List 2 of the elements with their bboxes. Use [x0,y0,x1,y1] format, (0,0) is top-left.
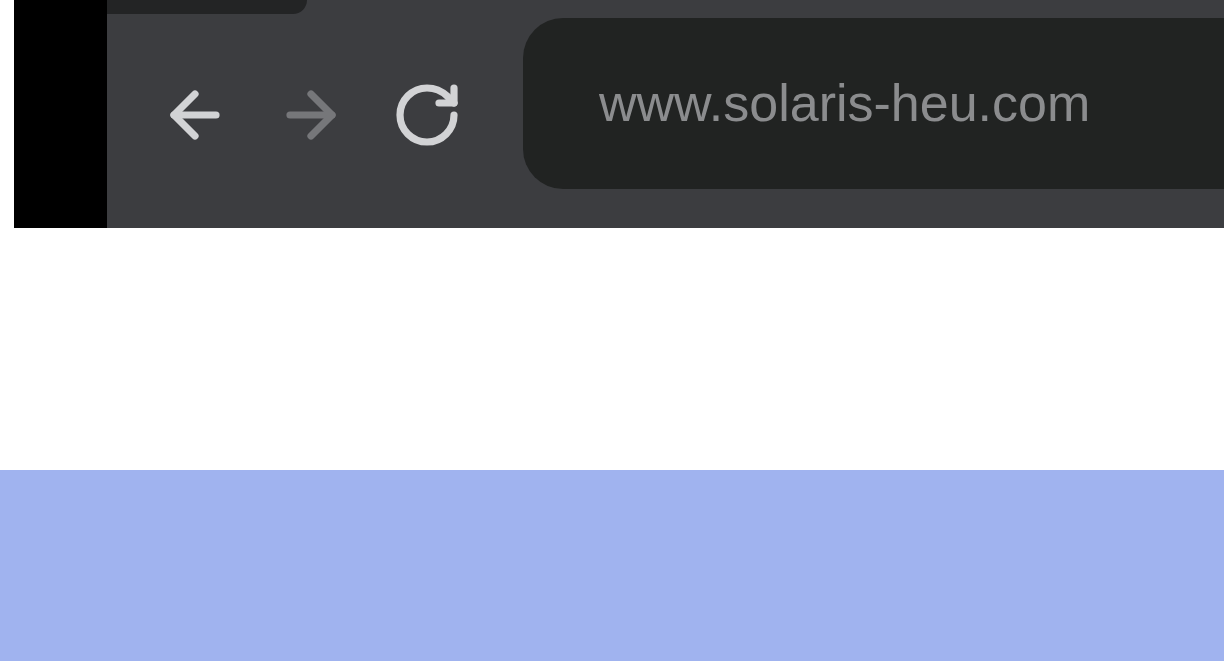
address-text: www.solaris-heu.com [599,73,1091,134]
address-field[interactable]: www.solaris-heu.com [523,17,1224,189]
